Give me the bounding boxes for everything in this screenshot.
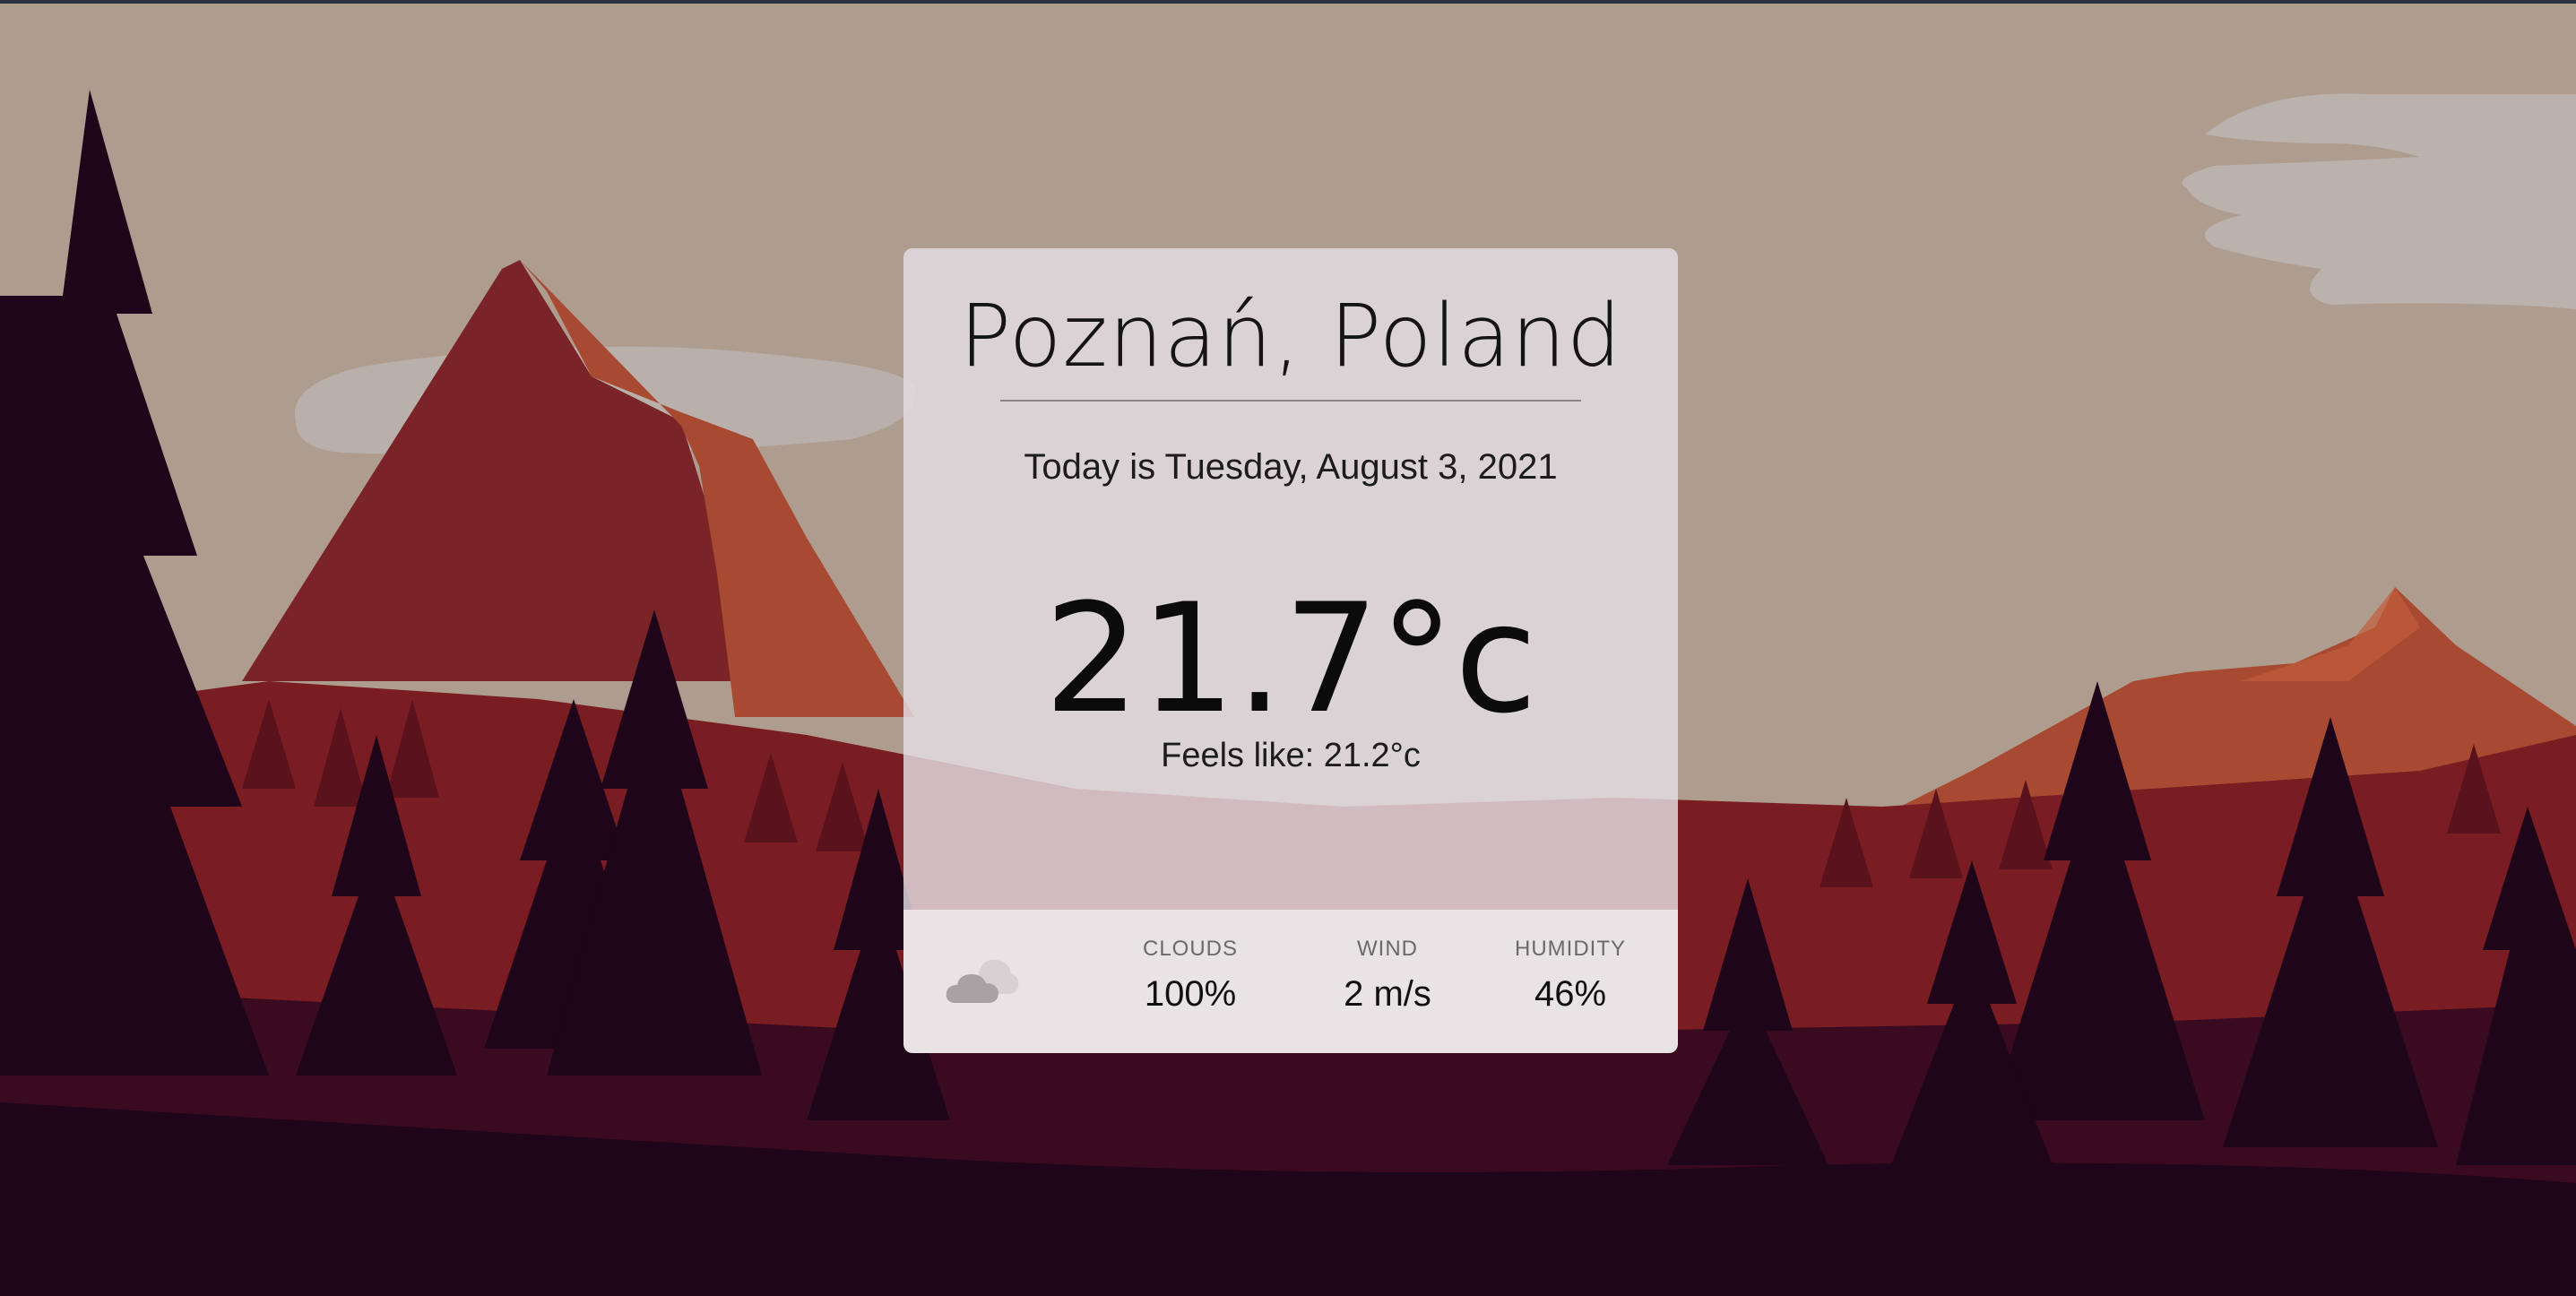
title-divider [1000,400,1581,402]
temperature-value: 21.7°c [1043,571,1538,747]
location-title: Poznań, Poland [959,286,1622,386]
weather-card: Poznań, Poland Today is Tuesday, August … [903,248,1678,1053]
stat-clouds-value: 100% [1144,974,1237,1014]
window-top-border [0,0,2576,4]
cloud-icon [946,959,1019,1003]
weather-stats-bar: CLOUDS 100% WIND 2 m/s HUMIDITY 46% [903,910,1678,1053]
stat-humidity: HUMIDITY 46% [1481,937,1660,1015]
stat-humidity-label: HUMIDITY [1515,937,1626,961]
date-text: Today is Tuesday, August 3, 2021 [1024,447,1558,487]
stat-humidity-value: 46% [1534,974,1607,1014]
stat-wind-label: WIND [1357,937,1418,961]
stat-clouds-label: CLOUDS [1142,937,1239,961]
stat-wind: WIND 2 m/s [1298,937,1477,1015]
feels-like-text: Feels like: 21.2°c [1161,737,1421,774]
stat-wind-value: 2 m/s [1344,974,1431,1014]
weather-card-main: Poznań, Poland Today is Tuesday, August … [903,248,1678,910]
stat-clouds: CLOUDS 100% [1101,937,1280,1015]
